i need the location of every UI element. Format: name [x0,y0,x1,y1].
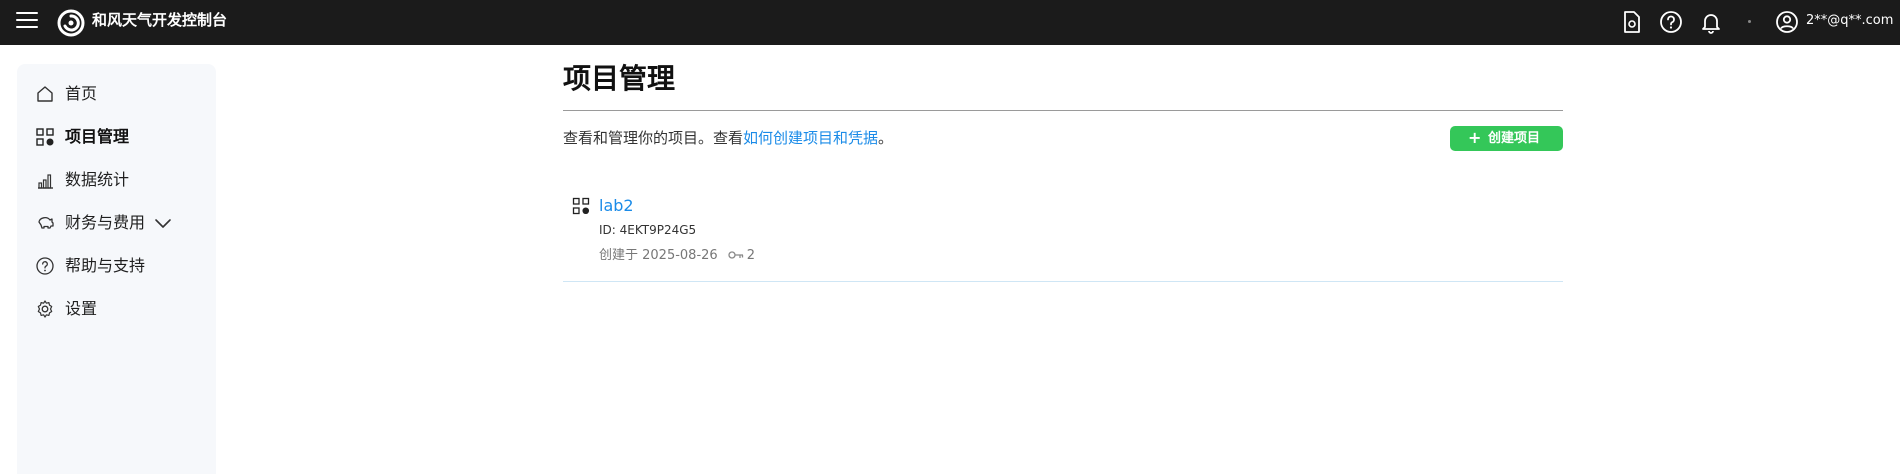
project-grid-icon [572,197,590,215]
sidebar-item-label: 数据统计 [65,170,130,189]
project-name-link[interactable]: lab2 [599,195,634,217]
sidebar-item-home[interactable]: 首页 [17,76,216,112]
key-icon [728,251,743,259]
sidebar-item-settings[interactable]: 设置 [17,291,216,327]
project-list-item[interactable]: lab2 ID: 4EKT9P24G5 创建于 2025-08-26 2 [563,185,1563,282]
help-icon[interactable] [1658,9,1684,35]
description-suffix: 。 [878,129,894,147]
menu-icon[interactable] [16,12,38,30]
title-divider [563,110,1563,111]
create-project-guide-link[interactable]: 如何创建项目和凭据 [743,129,878,147]
create-project-button[interactable]: + 创建项目 [1450,126,1563,151]
create-project-label: 创建项目 [1488,131,1541,146]
project-key-count: 2 [746,248,755,263]
sidebar-item-stats[interactable]: 数据统计 [17,162,216,198]
sidebar: 首页 项目管理 数据统计 财务与费用 帮助与支持 设置 [17,64,216,474]
project-id: ID: 4EKT9P24G5 [599,223,697,237]
chevron-down-icon[interactable] [153,214,173,232]
brand-title[interactable]: 和风天气开发控制台 [92,10,227,30]
separator-dot [1748,20,1751,23]
home-icon [37,86,53,102]
page-title: 项目管理 [563,62,676,95]
project-meta: 创建于 2025-08-26 2 [599,247,755,265]
logo-icon[interactable] [56,8,86,38]
plus-icon: + [1468,128,1482,147]
grid-icon [36,128,54,146]
sidebar-item-label: 项目管理 [65,127,130,146]
project-created-date: 创建于 2025-08-26 [599,248,718,263]
gear-icon [37,300,53,318]
sidebar-item-finance[interactable]: 财务与费用 [17,205,216,241]
page-description: 查看和管理你的项目。查看如何创建项目和凭据。 [563,127,893,149]
sidebar-item-label: 设置 [65,299,98,318]
sidebar-item-projects[interactable]: 项目管理 [17,119,216,155]
description-text: 查看和管理你的项目。查看 [563,129,744,147]
bar-chart-icon [38,174,53,189]
sidebar-item-label: 财务与费用 [65,213,146,232]
user-icon[interactable] [1774,9,1800,35]
help-icon [36,257,54,275]
sidebar-item-label: 帮助与支持 [65,256,146,275]
document-icon[interactable] [1618,9,1644,35]
bell-icon[interactable] [1698,9,1724,35]
piggy-bank-icon [38,217,54,229]
sidebar-item-help[interactable]: 帮助与支持 [17,248,216,284]
user-email[interactable]: 2**@q**.com [1806,11,1893,31]
sidebar-item-label: 首页 [65,84,98,103]
top-bar: 和风天气开发控制台 2**@q**.com [0,0,1900,45]
